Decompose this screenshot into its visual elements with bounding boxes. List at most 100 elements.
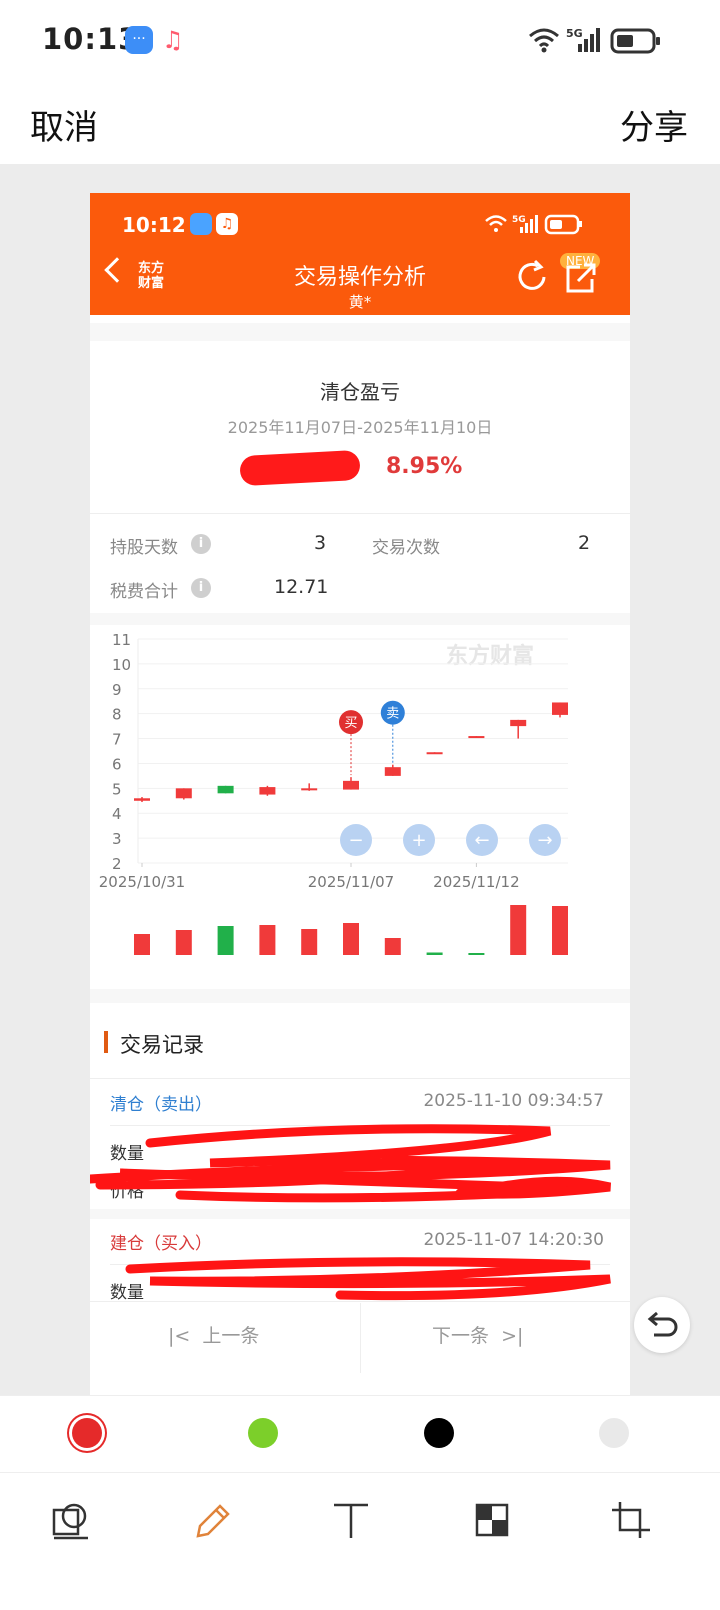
prev-record-button[interactable]: |< 上一条	[168, 1321, 259, 1348]
prev-label: 上一条	[202, 1325, 260, 1347]
next-record-button[interactable]: 下一条 >|	[432, 1321, 523, 1348]
volume-bar	[468, 953, 485, 955]
section-accent-bar	[104, 1031, 108, 1053]
text-icon[interactable]	[330, 1500, 372, 1542]
info-icon[interactable]: i	[191, 534, 211, 554]
section-divider	[90, 613, 630, 625]
volume-bar	[552, 906, 568, 955]
y-tick-label: 4	[112, 805, 122, 823]
crop-icon[interactable]	[610, 1500, 652, 1542]
divider	[90, 513, 630, 514]
volume-bar	[384, 938, 401, 955]
chat-notification-icon: ···	[125, 26, 153, 54]
summary-date-range: 2025年11月07日-2025年11月10日	[227, 418, 493, 437]
hold-days-value: 3	[314, 532, 327, 554]
redaction-scribbles	[90, 1124, 612, 1301]
marker-label: 卖	[386, 707, 399, 722]
pencil-icon[interactable]	[190, 1500, 232, 1542]
next-icon: >|	[489, 1325, 524, 1347]
color-swatch-white[interactable]	[599, 1418, 629, 1448]
info-icon[interactable]: i	[191, 578, 211, 598]
volume-bar	[134, 934, 150, 955]
profit-percent: 8.95%	[386, 454, 463, 479]
x-tick-label: 2025/11/07	[308, 873, 394, 891]
candle-body	[134, 798, 150, 801]
undo-button[interactable]	[634, 1297, 690, 1353]
prev-icon: |<	[168, 1325, 203, 1347]
share-out-icon[interactable]	[562, 261, 598, 297]
y-tick-label: 6	[112, 755, 122, 773]
record-type-sell: 清仓（卖出）	[110, 1095, 212, 1115]
record-time: 2025-11-10 09:34:57	[423, 1091, 604, 1111]
candle-body	[552, 702, 568, 715]
volume-bar	[301, 929, 318, 955]
candle-body	[175, 788, 192, 799]
color-swatch-black[interactable]	[424, 1418, 454, 1448]
candle-body	[217, 785, 234, 794]
inner-network-type: 5G	[512, 215, 526, 225]
tax-label: 税费合计	[110, 582, 178, 602]
battery-icon	[610, 28, 660, 54]
mosaic-icon[interactable]	[472, 1500, 514, 1542]
inner-status-time: 10:12	[122, 213, 186, 237]
divider	[90, 1078, 630, 1079]
wifi-icon	[529, 28, 559, 48]
shape-tool-icon[interactable]	[50, 1500, 92, 1542]
trade-count-label: 交易次数	[372, 538, 440, 558]
editor-top-bar	[0, 80, 720, 164]
inner-chat-icon	[190, 213, 212, 235]
color-swatch-green[interactable]	[248, 1418, 278, 1448]
y-tick-label: 8	[112, 706, 122, 724]
system-status-icons: 5G	[529, 27, 660, 54]
section-divider	[90, 989, 630, 1003]
kline-chart[interactable]: 东方财富 11 10 9 8 7 6 5 4 3 22025/10/31 2025/11/07 2025…	[90, 627, 630, 977]
candle-body	[426, 752, 443, 755]
hold-days-label: 持股天数	[110, 538, 178, 558]
next-label: 下一条	[432, 1325, 490, 1347]
y-tick-label: 3	[112, 830, 122, 848]
color-swatch-red[interactable]	[72, 1418, 102, 1448]
y-tick-label: 10	[112, 656, 131, 674]
y-tick-label: 7	[112, 731, 122, 749]
candle-body	[343, 780, 359, 790]
cancel-button[interactable]: 取消	[30, 100, 98, 149]
candle-body	[301, 788, 318, 791]
volume-bar	[510, 905, 527, 955]
summary-title: 清仓盈亏	[320, 380, 400, 404]
tax-value: 12.71	[274, 576, 329, 598]
marker-label: 买	[344, 716, 357, 731]
candle-body	[384, 767, 401, 776]
y-tick-label: 2	[112, 855, 122, 873]
x-tick-label: 2025/11/12	[433, 873, 519, 891]
candle-body	[259, 787, 276, 795]
zoom-in-icon-glyph: +	[411, 830, 426, 851]
pan-left-icon-glyph: ←	[474, 830, 489, 851]
zoom-out-icon-glyph: −	[348, 830, 363, 851]
watermark: 东方财富	[446, 643, 534, 669]
pager-separator	[360, 1303, 361, 1373]
candle-body	[510, 719, 527, 727]
volume-bar	[175, 930, 192, 955]
inner-status-icons: 5G	[485, 214, 582, 235]
section-divider	[90, 323, 630, 341]
y-tick-label: 5	[112, 780, 122, 798]
redaction-mark	[239, 449, 361, 487]
records-title: 交易记录	[120, 1033, 204, 1057]
volume-bar	[217, 926, 234, 955]
pan-right-icon-glyph: →	[537, 830, 552, 851]
y-tick-label: 11	[112, 631, 131, 649]
inner-music-icon: ♫	[216, 213, 238, 235]
music-notification-icon: ♫	[162, 26, 184, 54]
network-type-label: 5G	[566, 27, 583, 40]
candle-body	[468, 736, 485, 739]
undo-icon	[647, 1311, 678, 1337]
refresh-icon[interactable]	[514, 259, 550, 295]
screenshot-preview[interactable]: 10:12 ♫ 5G 东方 财富 交易操作分析 黄* NEW 清仓盈亏 2025…	[90, 193, 630, 1401]
volume-bar	[426, 952, 443, 955]
share-button[interactable]: 分享	[620, 100, 688, 149]
volume-bar	[343, 923, 359, 955]
trade-count-value: 2	[578, 532, 591, 554]
y-tick-label: 9	[112, 681, 122, 699]
volume-bar	[259, 925, 276, 955]
x-tick-label: 2025/10/31	[99, 873, 185, 891]
